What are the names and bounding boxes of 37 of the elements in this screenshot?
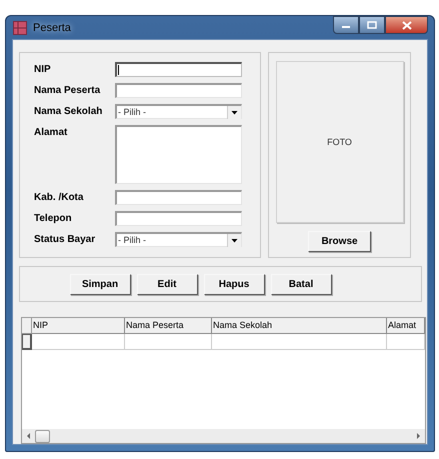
table-cell <box>387 334 425 350</box>
action-button[interactable]: Edit <box>136 274 198 294</box>
dropdown[interactable]: - Pilih - <box>115 104 242 119</box>
field-label: Telepon <box>34 212 73 226</box>
scroll-right-icon[interactable] <box>414 432 422 440</box>
field-label: Nama Sekolah <box>34 105 104 119</box>
field-label: Kab. /Kota <box>34 191 84 205</box>
input-field[interactable] <box>115 190 242 205</box>
browse-button[interactable]: Browse <box>308 231 371 252</box>
horizontal-scrollbar[interactable] <box>22 429 425 443</box>
field-label: Alamat <box>34 126 68 140</box>
dropdown[interactable]: - Pilih - <box>115 232 242 247</box>
action-button[interactable]: Simpan <box>70 274 130 294</box>
scroll-thumb[interactable] <box>35 430 50 442</box>
input-field[interactable] <box>115 83 242 98</box>
maximize-button[interactable] <box>359 16 385 34</box>
input-field[interactable] <box>115 62 242 77</box>
field-label: NIP <box>34 63 52 77</box>
close-icon <box>402 20 412 30</box>
column-header[interactable]: Nama Sekolah <box>212 318 387 334</box>
window-title: Peserta <box>33 22 72 34</box>
column-header[interactable]: Alamat <box>387 318 425 334</box>
app-icon <box>13 20 27 34</box>
field-label: Status Bayar <box>34 233 96 247</box>
close-button[interactable] <box>385 16 428 34</box>
photo-box[interactable]: FOTO <box>276 61 404 223</box>
field-label: Nama Peserta <box>34 84 102 98</box>
column-header[interactable]: NIP <box>32 318 125 334</box>
action-button[interactable]: Batal <box>270 274 332 294</box>
row-indicator <box>22 334 32 350</box>
scroll-left-icon[interactable] <box>25 432 33 440</box>
maximize-icon <box>367 21 377 29</box>
column-header[interactable]: Nama Peserta <box>125 318 212 334</box>
minimize-button[interactable] <box>333 16 359 34</box>
input-field[interactable] <box>115 211 242 226</box>
action-button[interactable]: Hapus <box>204 274 264 294</box>
text-area[interactable] <box>115 125 242 184</box>
